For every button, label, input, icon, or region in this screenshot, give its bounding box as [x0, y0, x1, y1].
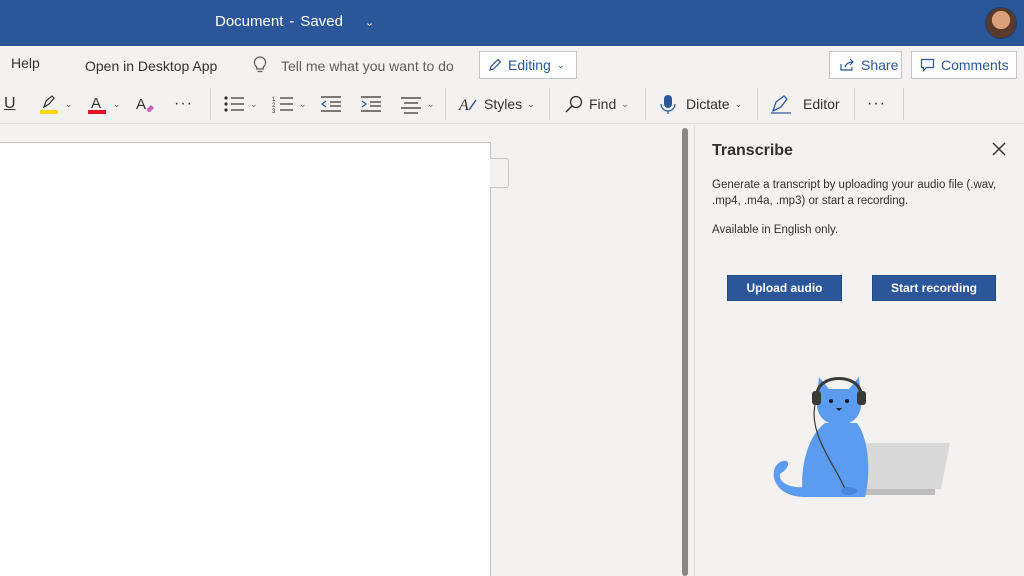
decrease-indent-icon	[321, 96, 341, 112]
pane-title: Transcribe	[712, 142, 793, 159]
font-color-button[interactable]: A ⌄	[86, 84, 121, 124]
start-recording-button[interactable]: Start recording	[872, 275, 996, 301]
clear-formatting-button[interactable]: A	[134, 84, 156, 124]
editor-label: Editor	[803, 96, 840, 112]
chevron-down-icon: ⌄	[364, 16, 375, 29]
decrease-indent-button[interactable]	[320, 84, 342, 124]
toolbar-divider	[210, 88, 211, 120]
dictate-button[interactable]: Dictate ⌄	[659, 84, 742, 124]
more-font-options-button[interactable]: ···	[174, 84, 193, 124]
chevron-down-icon: ⌄	[734, 98, 743, 109]
avatar[interactable]	[985, 7, 1017, 39]
document-name: Document	[215, 13, 284, 30]
numbered-list-icon: 1 2 3	[272, 97, 293, 114]
align-center-icon	[401, 97, 421, 114]
more-icon: ···	[174, 95, 193, 112]
title-separator: -	[289, 13, 295, 30]
underline-label: U	[4, 95, 16, 112]
svg-text:A: A	[136, 96, 146, 113]
lightbulb-icon	[253, 56, 267, 73]
open-in-desktop-app-button[interactable]: Open in Desktop App	[85, 58, 217, 74]
highlighter-icon	[40, 95, 58, 114]
more-icon: ···	[867, 95, 886, 112]
find-button[interactable]: Find ⌄	[564, 84, 629, 124]
chevron-down-icon: ⌄	[113, 98, 121, 109]
editing-label: Editing	[508, 57, 551, 73]
chevron-down-icon: ⌄	[65, 98, 73, 109]
increase-indent-icon	[361, 96, 381, 112]
editing-mode-button[interactable]: Editing ⌄	[479, 51, 577, 79]
numbering-button[interactable]: 1 2 3 ⌄	[272, 84, 307, 124]
dictate-label: Dictate	[686, 96, 730, 112]
chevron-down-icon: ⌄	[556, 59, 565, 70]
editor-icon	[771, 95, 791, 114]
underline-button[interactable]: U	[4, 84, 16, 124]
increase-indent-button[interactable]	[360, 84, 382, 124]
svg-text:A: A	[458, 97, 469, 114]
tell-me-search[interactable]: Tell me what you want to do	[281, 58, 454, 74]
share-icon	[840, 58, 854, 71]
font-color-icon: A	[88, 95, 106, 114]
align-button[interactable]: ⌄	[400, 84, 435, 124]
close-icon[interactable]	[991, 141, 1007, 157]
language-note: Available in English only.	[712, 224, 839, 236]
toolbar-divider	[645, 88, 646, 120]
toolbar-divider	[757, 88, 758, 120]
cat-with-headphones-illustration	[773, 377, 950, 497]
more-options-button[interactable]: ···	[867, 84, 886, 124]
document-title[interactable]: Document - Saved ⌄	[215, 13, 374, 30]
save-status: Saved	[300, 13, 343, 30]
page-margin-marker	[490, 158, 509, 188]
upload-audio-button[interactable]: Upload audio	[727, 275, 842, 301]
svg-text:3: 3	[272, 109, 276, 114]
search-icon	[565, 95, 583, 113]
share-button[interactable]: Share	[829, 51, 902, 79]
clear-formatting-icon: A	[136, 96, 154, 113]
styles-icon: A	[458, 97, 477, 114]
bullet-list-icon	[224, 96, 244, 112]
pencil-icon	[489, 58, 502, 71]
menu-bar: Help Open in Desktop App Tell me what yo…	[0, 46, 1024, 84]
toolbar-divider	[903, 88, 904, 120]
bullets-button[interactable]: ⌄	[223, 84, 258, 124]
menu-help[interactable]: Help	[11, 55, 40, 71]
highlight-color-button[interactable]: ⌄	[38, 84, 73, 124]
toolbar-divider	[549, 88, 550, 120]
chevron-down-icon: ⌄	[250, 98, 258, 109]
transcribe-description: Generate a transcript by uploading your …	[712, 179, 997, 207]
chevron-down-icon: ⌄	[527, 98, 535, 109]
chevron-down-icon: ⌄	[621, 98, 629, 109]
find-label: Find	[589, 96, 617, 112]
ribbon-toolbar: U ⌄ A ⌄ A ··· ⌄ 1 2 3 ⌄ ⌄ A Styles ⌄ Fin…	[0, 84, 1024, 124]
svg-text:A: A	[91, 95, 101, 112]
document-page[interactable]	[0, 142, 491, 576]
comments-button[interactable]: Comments	[911, 51, 1017, 79]
toolbar-divider	[854, 88, 855, 120]
transcribe-pane: Transcribe Generate a transcript by uplo…	[694, 125, 1024, 576]
editor-button[interactable]: Editor	[770, 84, 840, 124]
comment-icon	[920, 58, 935, 72]
document-scrollbar[interactable]	[682, 128, 688, 576]
title-bar: Document - Saved ⌄	[0, 0, 1024, 46]
comments-label: Comments	[941, 57, 1009, 73]
chevron-down-icon: ⌄	[299, 98, 307, 109]
styles-label: Styles	[484, 96, 523, 112]
chevron-down-icon: ⌄	[427, 98, 435, 109]
styles-button[interactable]: A Styles ⌄	[457, 84, 535, 124]
microphone-icon	[660, 95, 676, 114]
share-label: Share	[861, 57, 899, 73]
toolbar-divider	[445, 88, 446, 120]
